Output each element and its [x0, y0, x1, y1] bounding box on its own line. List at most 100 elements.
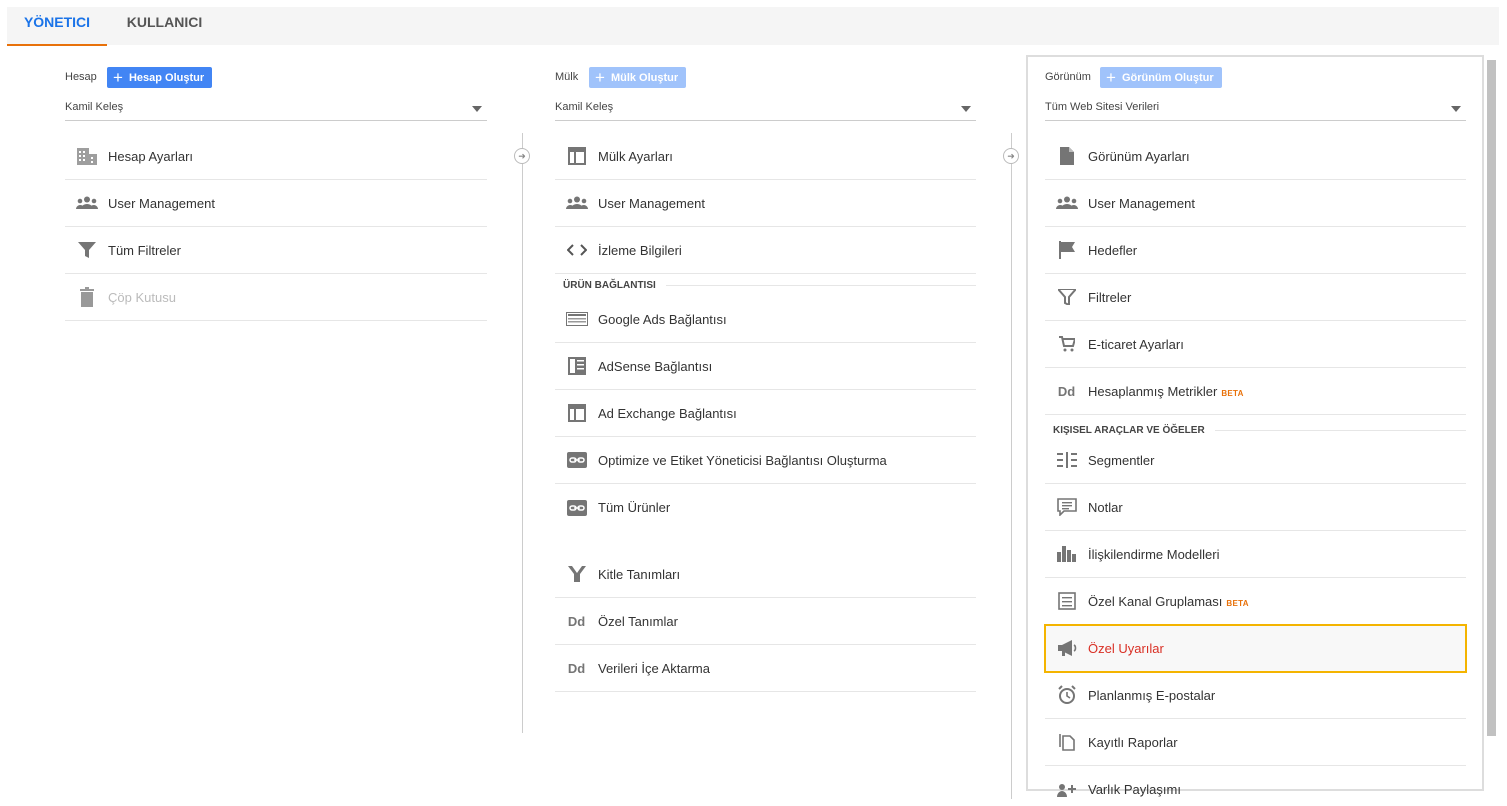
menu-item-custom-alerts[interactable]: Özel Uyarılar [1044, 624, 1467, 673]
menu-item-ecommerce-settings[interactable]: E-ticaret Ayarları [1045, 321, 1466, 368]
menu-item-trash[interactable]: Çöp Kutusu [65, 274, 487, 321]
menu-item-label: Optimize ve Etiket Yöneticisi Bağlantısı… [598, 452, 887, 468]
menu-item-asset-sharing[interactable]: Varlık Paylaşımı [1045, 766, 1466, 806]
view-label: Görünüm [1045, 71, 1091, 83]
filter-icon [65, 242, 108, 258]
account-label: Hesap [65, 71, 97, 83]
menu-item-segments[interactable]: Segmentler [1045, 437, 1466, 484]
property-column: Mülk + Mülk Oluştur Kamil Keleş Mülk Aya… [555, 60, 976, 692]
menu-item-scheduled-emails[interactable]: Planlanmış E-postalar [1045, 672, 1466, 719]
menu-item-saved-reports[interactable]: Kayıtlı Raporlar [1045, 719, 1466, 766]
scrollbar[interactable] [1487, 60, 1496, 736]
menu-item-label: AdSense Bağlantısı [598, 358, 713, 374]
menu-item-attribution-models[interactable]: İlişkilendirme Modelleri [1045, 531, 1466, 578]
ads-icon [555, 312, 598, 326]
menu-item-calculated-metrics[interactable]: Dd Hesaplanmış Metrikler BETA [1045, 368, 1466, 415]
chevron-down-icon [472, 106, 482, 112]
menu-item-data-import[interactable]: Dd Verileri İçe Aktarma [555, 645, 976, 692]
menu-item-label: Tüm Ürünler [598, 500, 671, 515]
chevron-down-icon [961, 106, 971, 112]
dd-icon: Dd [567, 613, 586, 629]
menu-item-account-user-management[interactable]: User Management [65, 180, 487, 227]
menu-item-optimize-tag-manager-link[interactable]: Optimize ve Etiket Yöneticisi Bağlantısı… [555, 437, 976, 484]
plus-icon: + [595, 68, 605, 87]
account-selector[interactable]: Kamil Keleş [65, 98, 487, 121]
menu-item-view-user-management[interactable]: User Management [1045, 180, 1466, 227]
cart-icon [1045, 336, 1088, 352]
megaphone-icon [1045, 639, 1088, 657]
menu-item-label: E-ticaret Ayarları [1088, 336, 1184, 352]
menu-item-all-filters[interactable]: Tüm Filtreler [65, 227, 487, 274]
users-icon [1045, 196, 1088, 210]
menu-item-label: Ad Exchange Bağlantısı [598, 405, 737, 421]
column-divider [522, 133, 523, 733]
menu-item-label: Hedefler [1088, 242, 1138, 258]
menu-item-label: Özel Kanal Gruplaması BETA [1088, 593, 1249, 609]
tab-admin[interactable]: YÖNETICI [7, 7, 107, 46]
menu-item-tracking-info[interactable]: İzleme Bilgileri [555, 227, 976, 274]
channel-icon [1045, 592, 1088, 610]
property-selector[interactable]: Kamil Keleş [555, 98, 976, 121]
tab-user[interactable]: KULLANICI [112, 7, 217, 46]
layout-icon [555, 147, 598, 165]
building-icon [65, 146, 108, 166]
arrow-right-icon: ➜ [514, 148, 530, 164]
users-icon [555, 196, 598, 210]
menu-item-label: User Management [598, 195, 705, 211]
admin-tabbar: YÖNETICI KULLANICI [7, 7, 1499, 46]
view-selected: Tüm Web Sitesi Verileri [1045, 101, 1160, 113]
menu-item-label: Google Ads Bağlantısı [598, 311, 727, 327]
section-product-linking: ÜRÜN BAĞLANTISI [555, 274, 976, 296]
create-view-button[interactable]: + Görünüm Oluştur [1100, 67, 1222, 88]
create-account-button[interactable]: + Hesap Oluştur [107, 67, 213, 88]
menu-item-ad-exchange-link[interactable]: Ad Exchange Bağlantısı [555, 390, 976, 437]
menu-item-google-ads-link[interactable]: Google Ads Bağlantısı [555, 296, 976, 343]
menu-item-custom-definitions[interactable]: Dd Özel Tanımlar [555, 598, 976, 645]
menu-item-label: Hesap Ayarları [108, 148, 194, 164]
menu-item-all-products[interactable]: Tüm Ürünler [555, 484, 976, 531]
adsense-icon [555, 357, 598, 375]
document-icon [1045, 147, 1088, 165]
create-property-button[interactable]: + Mülk Oluştur [589, 67, 687, 88]
dd-icon: Dd [1057, 383, 1076, 399]
menu-item-label: Notlar [1088, 499, 1123, 515]
create-view-label: Görünüm Oluştur [1121, 71, 1214, 84]
menu-item-audience-definitions[interactable]: Kitle Tanımları [555, 551, 976, 598]
beta-badge: BETA [1226, 598, 1249, 608]
account-selected: Kamil Keleş [65, 101, 124, 113]
flag-icon [1045, 241, 1088, 259]
property-label: Mülk [555, 71, 579, 83]
menu-item-label: Tüm Filtreler [108, 242, 181, 258]
menu-item-label: Kitle Tanımları [598, 566, 681, 582]
filter-icon [1045, 289, 1088, 305]
view-selector[interactable]: Tüm Web Sitesi Verileri [1045, 98, 1466, 121]
menu-item-label: User Management [108, 195, 215, 211]
section-label: KIŞISEL ARAÇLAR VE ÖĞELER [1053, 424, 1205, 436]
layout-icon [555, 404, 598, 422]
menu-item-view-settings[interactable]: Görünüm Ayarları [1045, 133, 1466, 180]
menu-item-property-settings[interactable]: Mülk Ayarları [555, 133, 976, 180]
menu-item-annotations[interactable]: Notlar [1045, 484, 1466, 531]
menu-item-property-user-management[interactable]: User Management [555, 180, 976, 227]
trash-icon [65, 287, 108, 307]
notes-icon [1045, 498, 1088, 516]
users-icon [65, 196, 108, 210]
menu-item-label: Filtreler [1088, 289, 1132, 305]
menu-item-account-settings[interactable]: Hesap Ayarları [65, 133, 487, 180]
create-property-label: Mülk Oluştur [610, 71, 679, 84]
menu-item-custom-channel-grouping[interactable]: Özel Kanal Gruplaması BETA [1045, 578, 1466, 625]
alarm-icon [1045, 685, 1088, 705]
arrow-right-icon: ➜ [1003, 148, 1019, 164]
menu-item-goals[interactable]: Hedefler [1045, 227, 1466, 274]
menu-item-label: Varlık Paylaşımı [1088, 782, 1181, 797]
code-icon [555, 244, 598, 256]
view-column: Görünüm + Görünüm Oluştur Tüm Web Sitesi… [1044, 60, 1467, 806]
menu-item-adsense-link[interactable]: AdSense Bağlantısı [555, 343, 976, 390]
plus-icon: + [1106, 68, 1116, 87]
segments-icon [1045, 452, 1088, 468]
menu-item-label: İlişkilendirme Modelleri [1088, 546, 1220, 562]
menu-item-filters[interactable]: Filtreler [1045, 274, 1466, 321]
menu-item-label: Özel Tanımlar [598, 613, 678, 629]
dd-icon: Dd [567, 660, 586, 676]
menu-item-label: Planlanmış E-postalar [1088, 687, 1216, 703]
